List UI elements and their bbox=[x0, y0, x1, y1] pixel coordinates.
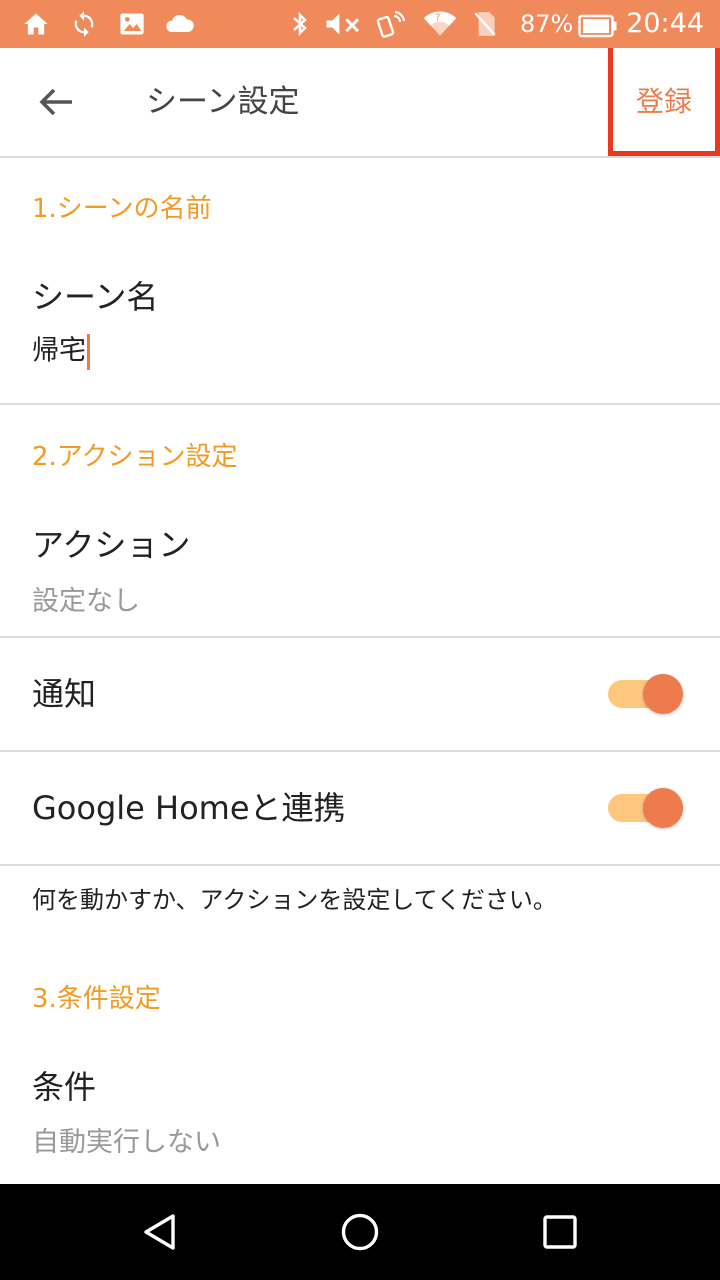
back-triangle-icon bbox=[144, 1214, 175, 1250]
arrow-left-icon bbox=[39, 88, 72, 116]
battery-icon bbox=[578, 14, 617, 38]
cloud-icon bbox=[166, 14, 194, 32]
scene-name-label: シーン名 bbox=[32, 278, 159, 316]
no-sim-icon bbox=[474, 12, 496, 36]
mute-icon bbox=[326, 13, 360, 35]
notify-label: 通知 bbox=[32, 675, 97, 713]
scene-name-value: 帰宅 bbox=[32, 335, 86, 367]
action-hint: 何を動かすか、アクションを設定してください。 bbox=[32, 886, 557, 914]
image-icon bbox=[120, 13, 144, 35]
google-home-toggle[interactable] bbox=[606, 788, 686, 828]
section-header-scene-name: 1.シーンの名前 bbox=[32, 194, 212, 224]
divider bbox=[0, 403, 720, 405]
condition-label: 条件 bbox=[32, 1068, 97, 1106]
nav-recents-button[interactable] bbox=[536, 1208, 584, 1256]
action-value: 設定なし bbox=[32, 586, 140, 617]
app-bar: シーン設定 登録 bbox=[0, 48, 720, 158]
text-caret bbox=[87, 334, 90, 370]
clock: 20:44 bbox=[626, 8, 704, 39]
google-home-label: Google Homeと連携 bbox=[32, 789, 346, 827]
toggle-thumb bbox=[643, 674, 683, 714]
recents-square-icon bbox=[543, 1215, 577, 1249]
divider bbox=[0, 636, 720, 638]
scene-name-input[interactable]: 帰宅 bbox=[32, 334, 90, 370]
notify-toggle[interactable] bbox=[606, 674, 686, 714]
svg-text:?: ? bbox=[435, 13, 440, 24]
divider bbox=[0, 750, 720, 752]
action-label: アクション bbox=[32, 526, 191, 564]
nav-back-button[interactable] bbox=[136, 1208, 184, 1256]
home-circle-icon bbox=[341, 1213, 379, 1251]
sync-icon bbox=[74, 11, 94, 37]
divider bbox=[0, 864, 720, 866]
toggle-thumb bbox=[643, 788, 683, 828]
register-button[interactable]: 登録 bbox=[608, 48, 720, 156]
page-title: シーン設定 bbox=[146, 84, 300, 120]
battery-percent: 87% bbox=[520, 10, 574, 38]
wifi-icon: ? bbox=[423, 11, 457, 36]
section-header-action: 2.アクション設定 bbox=[32, 442, 238, 472]
system-nav-bar bbox=[0, 1184, 720, 1280]
bluetooth-icon bbox=[293, 11, 307, 37]
status-bar: ? 87% 20:44 bbox=[0, 0, 720, 48]
section-header-condition: 3.条件設定 bbox=[32, 984, 161, 1014]
nfc-icon bbox=[376, 10, 406, 38]
nav-home-button[interactable] bbox=[336, 1208, 384, 1256]
home-icon bbox=[24, 13, 48, 35]
condition-value: 自動実行しない bbox=[32, 1127, 221, 1158]
back-button[interactable] bbox=[22, 70, 90, 134]
